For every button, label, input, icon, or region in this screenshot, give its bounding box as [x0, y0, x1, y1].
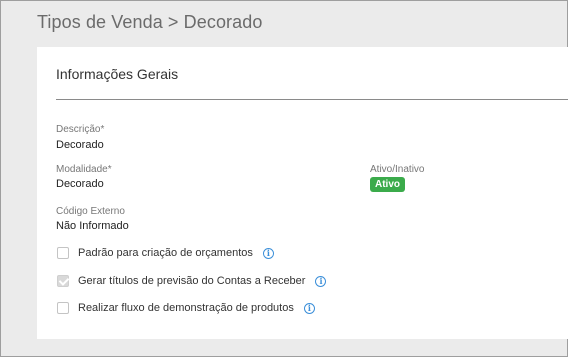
codigo-externo-value: Não Informado — [56, 220, 129, 232]
descricao-label: Descrição* — [56, 124, 105, 135]
page-title: Tipos de Venda > Decorado — [37, 12, 263, 32]
section-divider — [56, 99, 568, 100]
option-label-demonstracao: Realizar fluxo de demonstração de produt… — [78, 302, 294, 314]
section-title: Informações Gerais — [56, 66, 179, 82]
info-icon[interactable]: i — [262, 247, 274, 259]
general-info-card: Informações Gerais Descrição* Decorado M… — [37, 47, 568, 339]
option-row-demonstracao[interactable]: Realizar fluxo de demonstração de produt… — [57, 300, 315, 316]
checkbox-orcamentos[interactable] — [57, 247, 69, 259]
checkbox-demonstracao[interactable] — [57, 302, 69, 314]
option-row-orcamentos[interactable]: Padrão para criação de orçamentos i — [57, 245, 274, 261]
descricao-value: Decorado — [56, 139, 104, 151]
codigo-externo-label: Código Externo — [56, 206, 125, 217]
checkbox-contas-receber[interactable] — [57, 275, 69, 287]
info-icon[interactable]: i — [315, 275, 327, 287]
ativo-label: Ativo/Inativo — [370, 164, 425, 175]
status-badge: Ativo — [370, 177, 405, 192]
option-row-contas-receber[interactable]: Gerar títulos de previsão do Contas a Re… — [57, 273, 327, 289]
modalidade-value: Decorado — [56, 178, 104, 190]
info-icon[interactable]: i — [303, 302, 315, 314]
option-label-orcamentos: Padrão para criação de orçamentos — [78, 247, 253, 259]
modalidade-label: Modalidade* — [56, 164, 112, 175]
option-label-contas-receber: Gerar títulos de previsão do Contas a Re… — [78, 275, 306, 287]
